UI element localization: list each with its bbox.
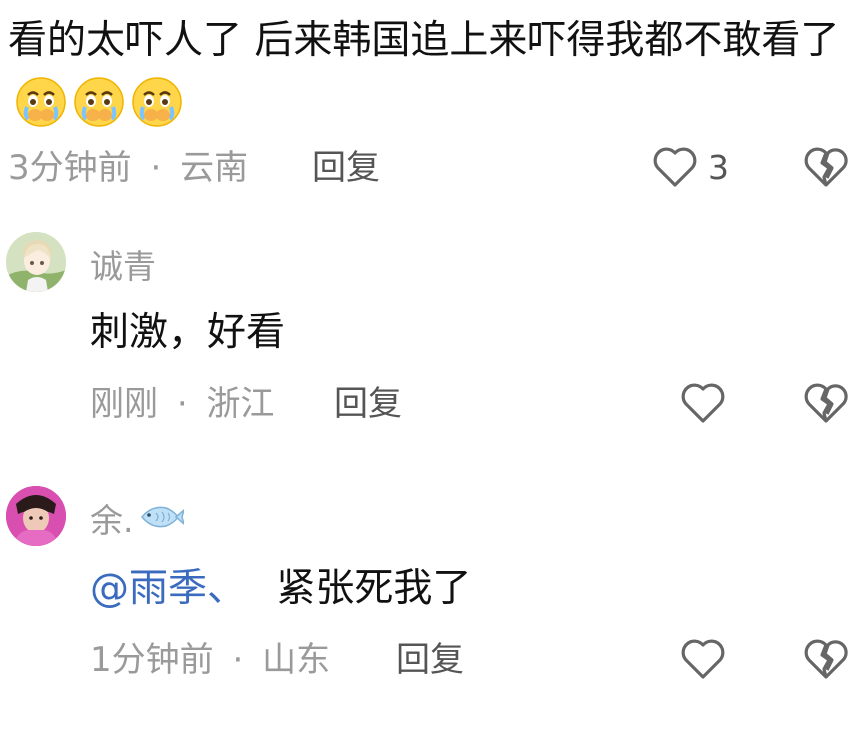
- comment-2-time: 刚刚: [90, 384, 158, 424]
- comment-3-username-row[interactable]: 余.: [90, 501, 185, 541]
- comment-2-reply-button[interactable]: 回复: [334, 384, 402, 424]
- comment-2-text: 刺激，好看: [90, 310, 286, 355]
- avatar[interactable]: [6, 486, 66, 546]
- comment-3-username: 余.: [90, 501, 134, 540]
- comment-1-like-count: 3: [708, 148, 729, 187]
- comment-1-reply-button[interactable]: 回复: [312, 148, 380, 188]
- crying-face-icon: [14, 75, 68, 129]
- fish-icon: [138, 501, 185, 541]
- comment-2-meta: 刚刚 · 浙江: [90, 384, 274, 424]
- meta-separator: ·: [150, 148, 162, 188]
- like-heart-icon[interactable]: [680, 637, 726, 681]
- comment-3-location: 山东: [262, 640, 331, 680]
- comment-1-text: 看的太吓人了 后来韩国追上来吓得我都不敢看了: [8, 18, 840, 63]
- comment-3-reply-button[interactable]: 回复: [396, 640, 464, 680]
- dislike-broken-heart-icon[interactable]: [803, 637, 849, 681]
- comment-1-body: 看的太吓人了 后来韩国追上来吓得我都不敢看了: [8, 8, 858, 140]
- crying-face-icon: [72, 75, 126, 129]
- like-heart-icon[interactable]: [680, 381, 726, 425]
- comment-3-text: 紧张死我了: [276, 566, 472, 611]
- avatar[interactable]: [6, 232, 66, 292]
- comment-1-time: 3分钟前: [8, 148, 132, 188]
- comment-1-location: 云南: [180, 148, 249, 188]
- dislike-broken-heart-icon[interactable]: [803, 381, 849, 425]
- comment-1-meta: 3分钟前 · 云南: [8, 148, 248, 188]
- meta-separator: ·: [176, 384, 188, 424]
- dislike-broken-heart-icon[interactable]: [803, 145, 849, 189]
- meta-separator: ·: [232, 640, 244, 680]
- comment-3-time: 1分钟前: [90, 640, 214, 680]
- comment-2-username[interactable]: 诚青: [90, 247, 156, 287]
- comment-3-body: @雨季、 紧张死我了: [90, 566, 471, 612]
- mention-link[interactable]: @雨季、: [90, 566, 246, 611]
- comment-3-meta: 1分钟前 · 山东: [90, 640, 330, 680]
- emoji-row: [14, 75, 184, 129]
- crying-face-icon: [130, 75, 184, 129]
- like-heart-icon[interactable]: [652, 145, 698, 189]
- comment-2-location: 浙江: [206, 384, 275, 424]
